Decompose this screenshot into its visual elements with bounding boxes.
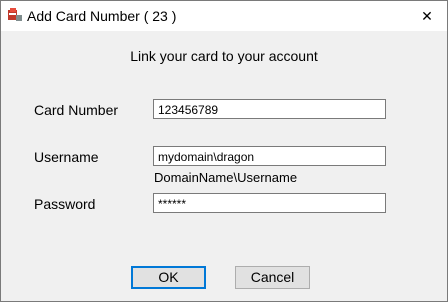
title-bar: Add Card Number ( 23 ) ✕ <box>1 1 447 31</box>
app-icon <box>7 7 23 23</box>
ok-button[interactable]: OK <box>131 266 206 289</box>
card-number-input[interactable]: 123456789 <box>153 99 386 119</box>
password-label: Password <box>34 196 96 212</box>
username-input[interactable]: mydomain\dragon <box>153 146 386 166</box>
form-heading: Link your card to your account <box>130 48 318 64</box>
dialog-window: Add Card Number ( 23 ) ✕ Link your card … <box>0 0 448 302</box>
username-label: Username <box>34 149 99 165</box>
username-format-hint: DomainName\Username <box>154 170 298 185</box>
cancel-button[interactable]: Cancel <box>235 266 310 289</box>
close-icon[interactable]: ✕ <box>407 1 447 31</box>
window-title: Add Card Number ( 23 ) <box>27 8 177 24</box>
password-input[interactable]: ****** <box>153 193 386 213</box>
card-number-label: Card Number <box>34 102 119 118</box>
